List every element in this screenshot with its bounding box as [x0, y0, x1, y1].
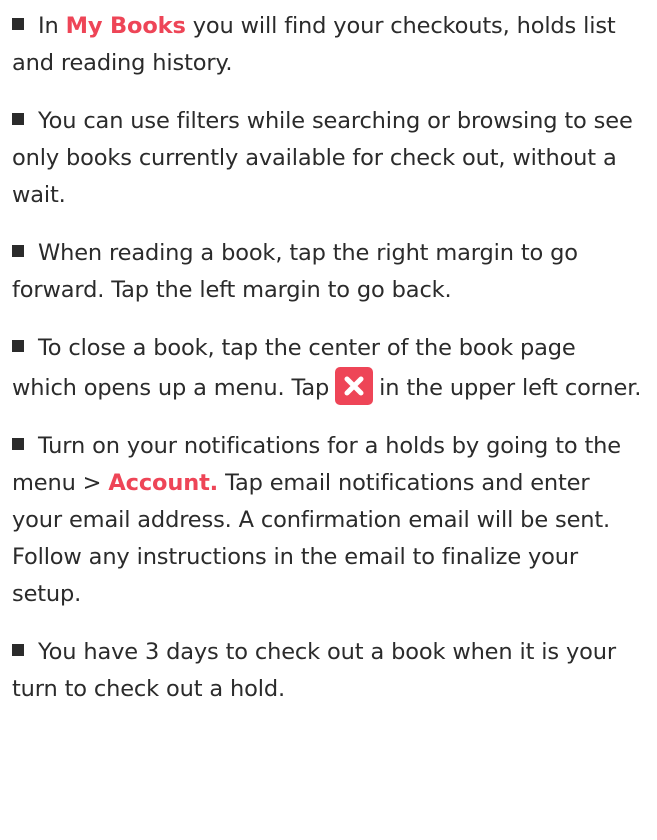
my-books-link[interactable]: My Books: [66, 13, 186, 39]
tip-hold-checkout: You have 3 days to check out a book when…: [12, 634, 645, 708]
account-link[interactable]: Account.: [108, 470, 218, 496]
tip-my-books: In My Books you will find your checkouts…: [12, 8, 645, 82]
close-x-icon: [335, 367, 374, 405]
tip-text: When reading a book, tap the right margi…: [12, 240, 578, 303]
tip-text: You can use filters while searching or b…: [12, 108, 633, 208]
tip-notifications: Turn on your notifications for a holds b…: [12, 428, 645, 613]
tip-text: You have 3 days to check out a book when…: [12, 639, 616, 702]
tip-text: in the upper left corner.: [379, 375, 642, 401]
tip-text: In: [31, 13, 66, 39]
bullet-icon: [12, 644, 24, 656]
bullet-icon: [12, 18, 24, 30]
tip-close-book: To close a book, tap the center of the b…: [12, 330, 645, 407]
bullet-icon: [12, 113, 24, 125]
tip-reading-margins: When reading a book, tap the right margi…: [12, 235, 645, 309]
tip-filters: You can use filters while searching or b…: [12, 103, 645, 214]
bullet-icon: [12, 438, 24, 450]
bullet-icon: [12, 245, 24, 257]
bullet-icon: [12, 340, 24, 352]
tips-list: In My Books you will find your checkouts…: [0, 0, 657, 708]
